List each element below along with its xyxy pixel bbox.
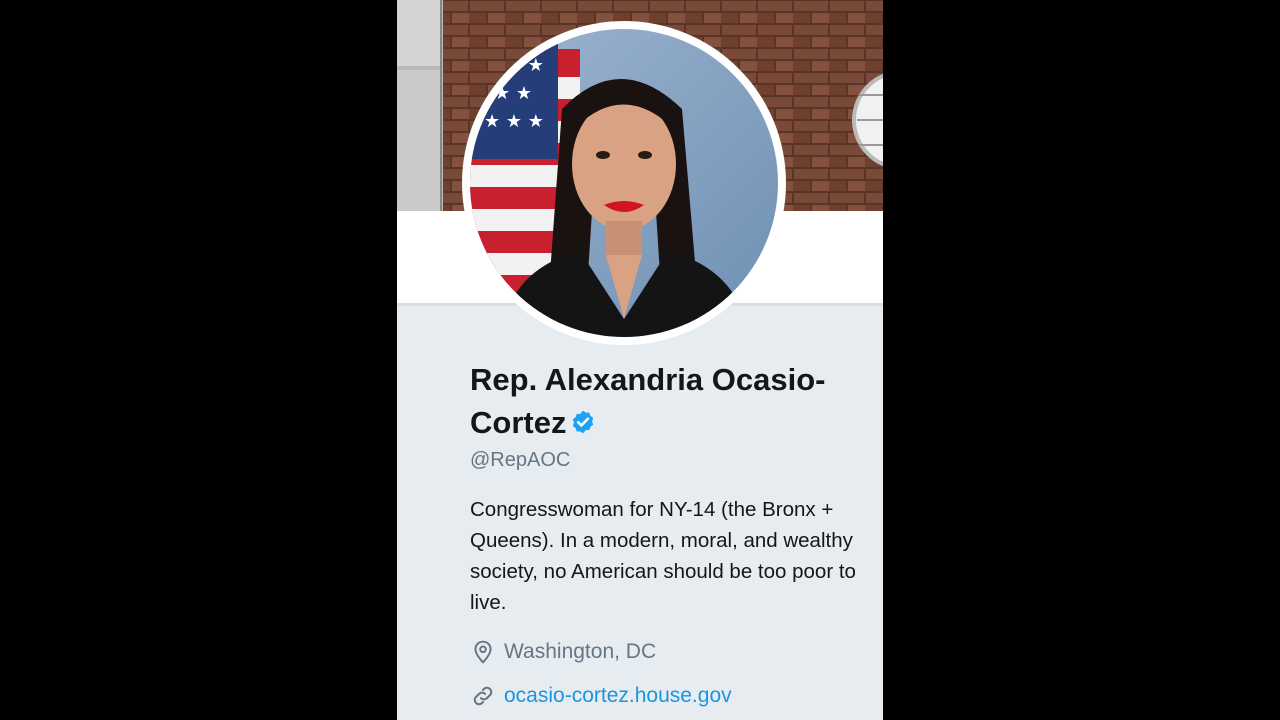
profile-location: Washington, DC: [470, 639, 656, 665]
profile-location-text: Washington, DC: [504, 640, 657, 663]
avatar-photo: ★ ★ ★ ★ ★ ★ ★ ★: [470, 29, 778, 337]
profile-handle: @RepAOC: [470, 449, 571, 471]
profile-website-text[interactable]: ocasio-cortez.house.gov: [504, 684, 732, 708]
video-frame: ★ ★ ★ ★ ★ ★ ★ ★ Rep. Alexandria Ocasio-C…: [0, 0, 1280, 720]
profile-name: Rep. Alexandria Ocasio-Cortez: [470, 358, 870, 446]
svg-text:★ ★ ★: ★ ★ ★: [484, 111, 544, 132]
avatar[interactable]: ★ ★ ★ ★ ★ ★ ★ ★: [470, 29, 778, 337]
verified-badge-icon: [570, 403, 596, 446]
svg-text:★ ★: ★ ★: [494, 83, 532, 104]
link-icon: [470, 683, 496, 709]
profile-name-text: Rep. Alexandria Ocasio-Cortez: [470, 362, 826, 440]
profile-website-link[interactable]: ocasio-cortez.house.gov: [470, 683, 732, 709]
profile-card: ★ ★ ★ ★ ★ ★ ★ ★ Rep. Alexandria Ocasio-C…: [397, 0, 883, 720]
profile-bio: Congresswoman for NY-14 (the Bronx + Que…: [470, 498, 856, 614]
location-pin-icon: [470, 639, 496, 665]
avatar-frame[interactable]: ★ ★ ★ ★ ★ ★ ★ ★: [462, 21, 786, 345]
